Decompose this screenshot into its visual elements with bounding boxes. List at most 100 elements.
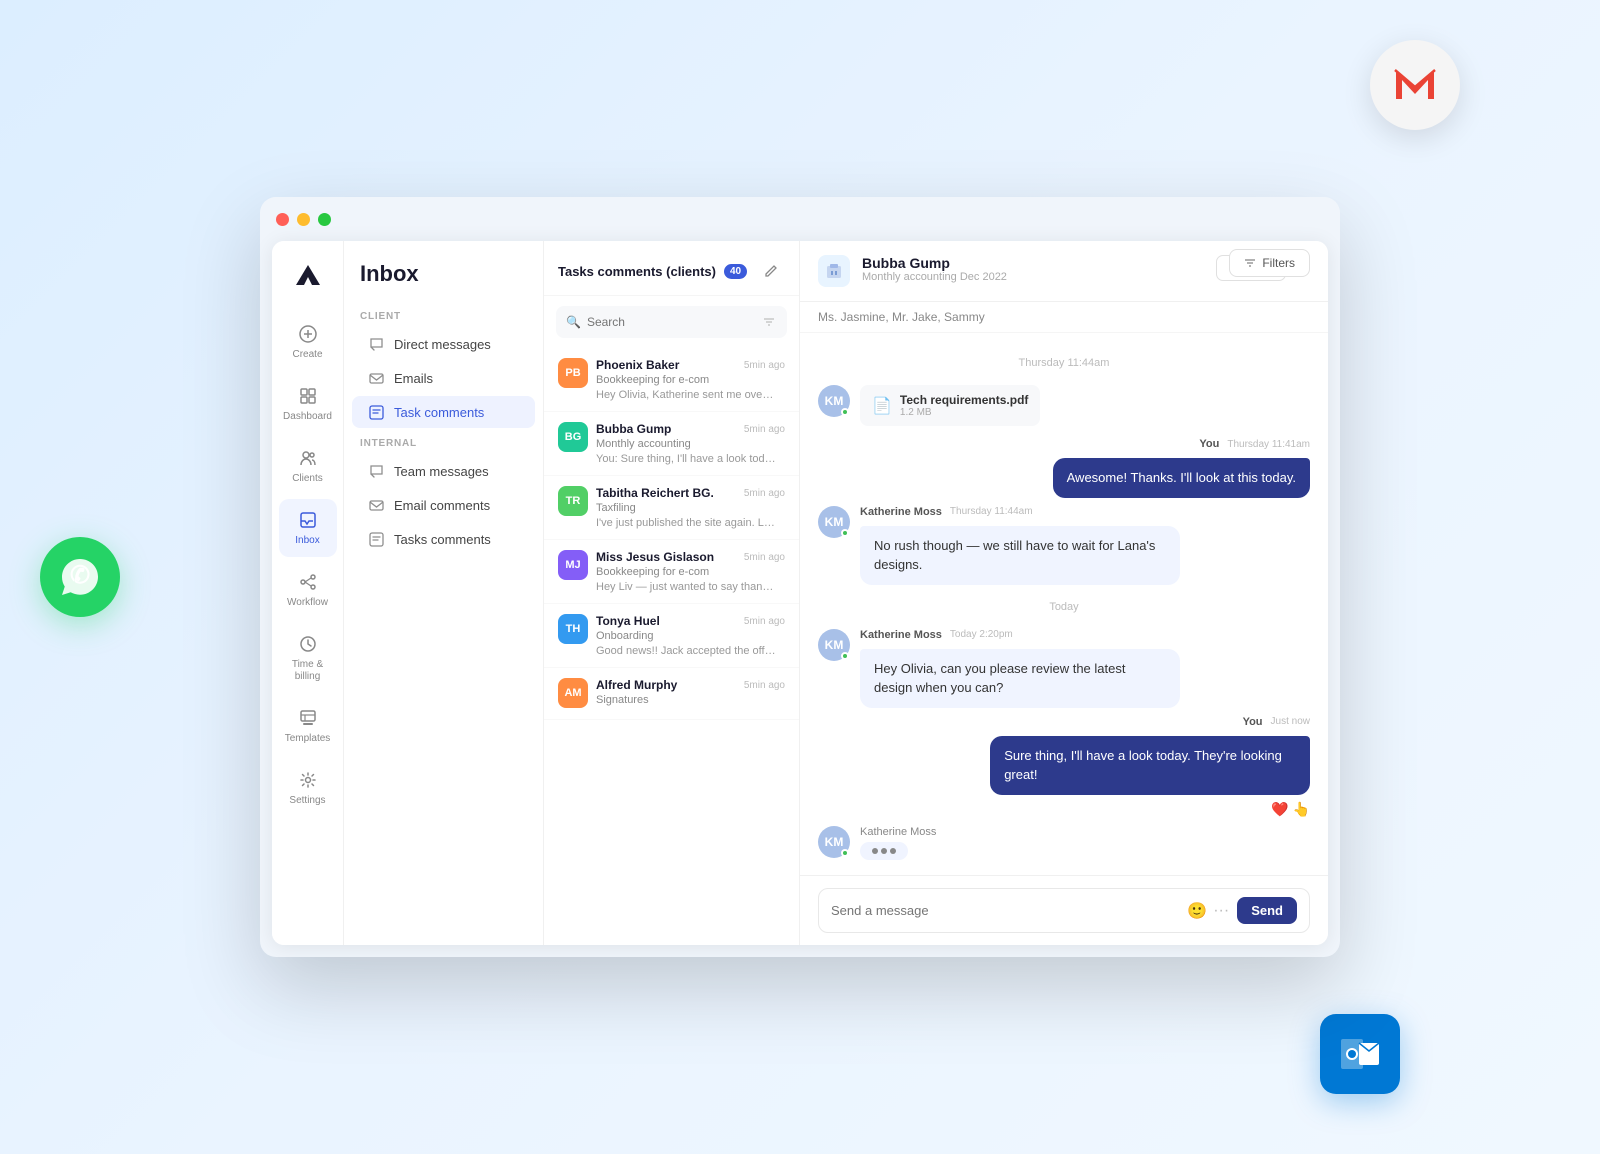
search-bar: 🔍 xyxy=(556,306,787,338)
sidebar-item-label-task-comments: Task comments xyxy=(394,405,484,420)
reaction-thumbsup: 👆 xyxy=(1293,801,1310,818)
sidebar-item-team-messages[interactable]: Team messages xyxy=(352,455,535,487)
bubble-time: Thursday 11:44am xyxy=(950,506,1033,517)
list-item[interactable]: TH Tonya Huel 5min ago Onboarding Good n… xyxy=(544,604,799,668)
typing-dot-3 xyxy=(890,848,896,854)
email-comments-icon xyxy=(368,497,384,513)
nav-item-settings[interactable]: Settings xyxy=(279,759,337,817)
search-input[interactable] xyxy=(587,315,755,329)
msg-time: 5min ago xyxy=(744,552,785,563)
workflow-icon xyxy=(297,571,319,593)
message-bubble-received: No rush though — we still have to wait f… xyxy=(860,526,1180,585)
filters-button[interactable]: Filters xyxy=(1229,249,1310,277)
chat-messages: Thursday 11:44am KM 📄 Tech requirements.… xyxy=(800,333,1328,875)
emoji-button[interactable]: 🙂 xyxy=(1187,901,1207,921)
list-item[interactable]: AM Alfred Murphy 5min ago Signatures xyxy=(544,668,799,720)
nav-item-create[interactable]: Create xyxy=(279,313,337,371)
msg-preview: Hey Olivia, Katherine sent me over the l… xyxy=(596,389,776,401)
sidebar-item-label-tasks-comments: Tasks comments xyxy=(394,532,491,547)
compose-button[interactable] xyxy=(757,257,785,285)
section-label-internal: INTERNAL xyxy=(344,430,543,453)
nav-item-templates[interactable]: Templates xyxy=(279,697,337,755)
sidebar-item-label-email-comments: Email comments xyxy=(394,498,490,513)
settings-icon xyxy=(297,769,319,791)
search-icon: 🔍 xyxy=(566,315,581,329)
typing-dot-1 xyxy=(872,848,878,854)
file-icon: 📄 xyxy=(872,396,892,416)
sidebar-item-email-comments[interactable]: Email comments xyxy=(352,489,535,521)
templates-icon xyxy=(297,707,319,729)
avatar: BG xyxy=(558,422,588,452)
msg-time: 5min ago xyxy=(744,360,785,371)
msg-subtitle: Signatures xyxy=(596,694,785,706)
nav-item-time-billing[interactable]: Time & billing xyxy=(279,623,337,693)
msg-row-received-today: KM Katherine Moss Today 2:20pm Hey Olivi… xyxy=(818,629,1310,708)
tasks-comments-icon xyxy=(368,531,384,547)
msg-time: 5min ago xyxy=(744,424,785,435)
minimize-button[interactable] xyxy=(297,213,310,226)
bubble-sender-name: You xyxy=(1199,438,1219,450)
online-indicator xyxy=(841,529,849,537)
reaction-heart: ❤️ xyxy=(1271,801,1288,818)
avatar: MJ xyxy=(558,550,588,580)
input-actions: 🙂 ··· xyxy=(1187,901,1229,921)
avatar: KM xyxy=(818,826,850,858)
avatar: TH xyxy=(558,614,588,644)
sidebar-item-tasks-comments[interactable]: Tasks comments xyxy=(352,523,535,555)
sidebar-item-task-comments[interactable]: Task comments xyxy=(352,396,535,428)
nav-label-clients: Clients xyxy=(292,473,323,485)
msg-name: Tonya Huel xyxy=(596,614,660,628)
clients-icon xyxy=(297,447,319,469)
titlebar xyxy=(260,197,1340,241)
filters-label: Filters xyxy=(1262,256,1295,270)
file-size: 1.2 MB xyxy=(900,407,1028,418)
list-item[interactable]: BG Bubba Gump 5min ago Monthly accountin… xyxy=(544,412,799,476)
msg-name: Tabitha Reichert BG. xyxy=(596,486,714,500)
typing-indicator xyxy=(860,842,908,860)
msg-subtitle: Monthly accounting xyxy=(596,438,785,450)
typing-name: Katherine Moss xyxy=(860,826,936,838)
inbox-icon xyxy=(297,509,319,531)
chat-input-area: 🙂 ··· Send xyxy=(800,875,1328,945)
nav-item-workflow[interactable]: Workflow xyxy=(279,561,337,619)
nav-label-inbox: Inbox xyxy=(295,535,319,547)
list-item[interactable]: MJ Miss Jesus Gislason 5min ago Bookkeep… xyxy=(544,540,799,604)
nav-label-create: Create xyxy=(292,349,322,361)
message-input[interactable] xyxy=(831,903,1179,918)
msg-name: Alfred Murphy xyxy=(596,678,677,692)
sidebar-item-direct-messages[interactable]: Direct messages xyxy=(352,328,535,360)
maximize-button[interactable] xyxy=(318,213,331,226)
app-logo xyxy=(290,257,326,293)
nav-label-dashboard: Dashboard xyxy=(283,411,332,423)
bubble-time: Just now xyxy=(1271,716,1310,727)
avatar: KM xyxy=(818,506,850,538)
filter-button[interactable] xyxy=(761,312,777,332)
team-messages-icon xyxy=(368,463,384,479)
nav-item-inbox[interactable]: Inbox xyxy=(279,499,337,557)
list-item[interactable]: TR Tabitha Reichert BG. 5min ago Taxfili… xyxy=(544,476,799,540)
app-window: Create Dashboard xyxy=(260,197,1340,957)
direct-messages-icon xyxy=(368,336,384,352)
nav-item-dashboard[interactable]: Dashboard xyxy=(279,375,337,433)
typing-dot-2 xyxy=(881,848,887,854)
dashboard-icon xyxy=(297,385,319,407)
close-button[interactable] xyxy=(276,213,289,226)
sidebar-item-emails[interactable]: Emails xyxy=(352,362,535,394)
list-item[interactable]: PB Phoenix Baker 5min ago Bookkeeping fo… xyxy=(544,348,799,412)
bubble-sender-name: Katherine Moss xyxy=(860,506,942,518)
send-button[interactable]: Send xyxy=(1237,897,1297,924)
reactions: ❤️ 👆 xyxy=(990,801,1310,818)
avatar: AM xyxy=(558,678,588,708)
nav-item-clients[interactable]: Clients xyxy=(279,437,337,495)
msg-row-sent: You Thursday 11:41am Awesome! Thanks. I'… xyxy=(818,438,1310,498)
emails-icon xyxy=(368,370,384,386)
chat-subtitle: Monthly accounting Dec 2022 xyxy=(862,271,1007,283)
messages-badge: 40 xyxy=(724,264,747,279)
msg-preview: I've just published the site again. Look… xyxy=(596,517,776,529)
sidebar-item-label-team-messages: Team messages xyxy=(394,464,489,479)
message-bubble-sent-now: Sure thing, I'll have a look today. They… xyxy=(990,736,1310,795)
more-input-options-button[interactable]: ··· xyxy=(1213,902,1229,920)
avatar: PB xyxy=(558,358,588,388)
online-indicator xyxy=(841,652,849,660)
inbox-title: Inbox xyxy=(344,261,543,303)
